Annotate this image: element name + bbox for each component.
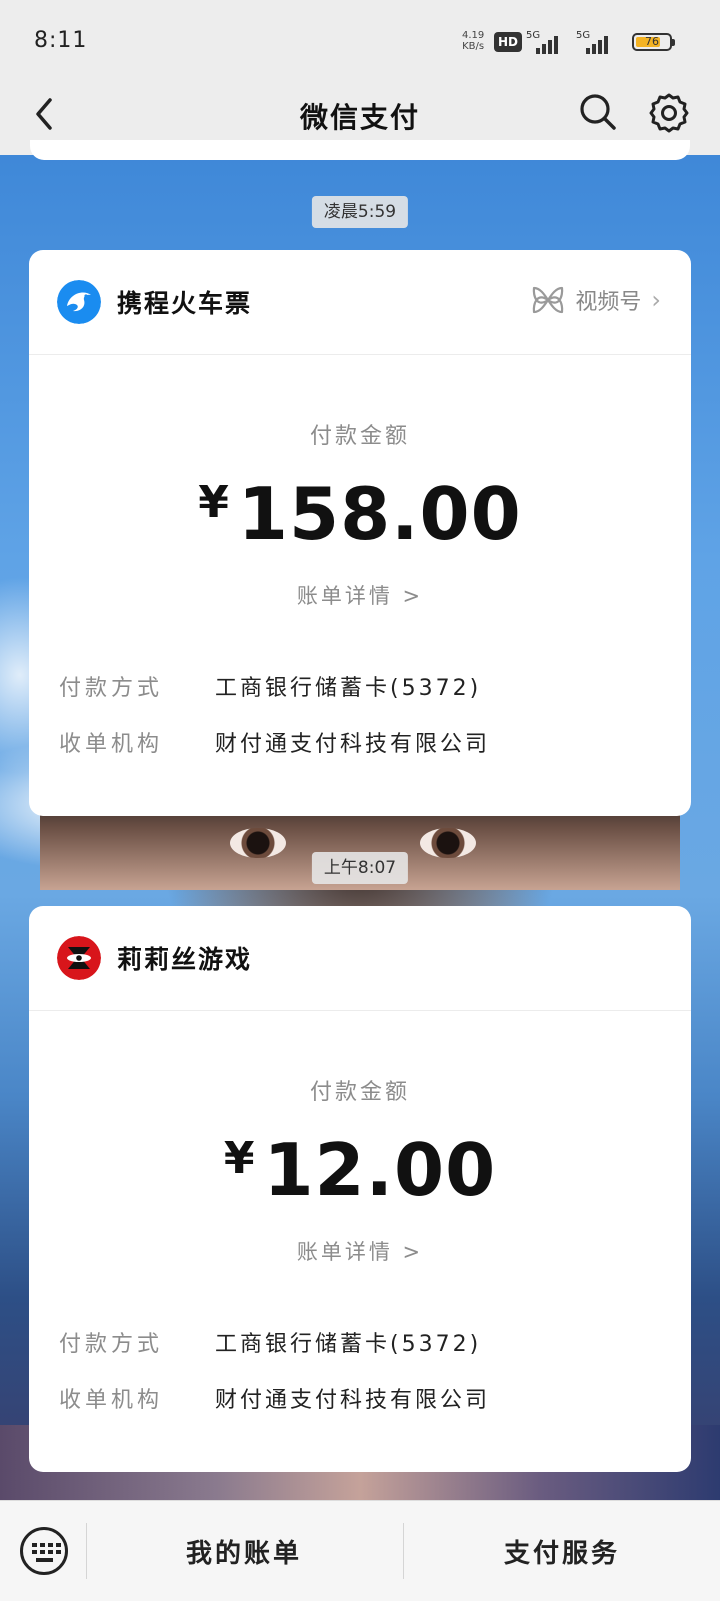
channels-label: 视频号 [575,290,642,315]
acquirer-label: 收单机构 [59,1388,164,1413]
bottom-menu-bar: 我的账单 支付服务 [0,1500,720,1601]
payment-card[interactable]: 携程火车票 视频号 › 付款金额 ¥158.00 账单详情 > 付款方式 工商银… [29,250,691,816]
keyboard-icon[interactable] [20,1527,68,1575]
currency-symbol: ¥ [223,1133,256,1184]
gear-icon[interactable] [648,92,690,134]
payment-amount: ¥158.00 [29,472,691,556]
channels-icon [533,286,564,314]
pay-services-button[interactable]: 支付服务 [404,1533,720,1570]
signal-icon: 5G [526,30,566,54]
payment-method-row: 付款方式 工商银行储蓄卡(5372) [59,670,661,710]
payment-method-value: 工商银行储蓄卡(5372) [215,676,482,701]
payment-method-value: 工商银行储蓄卡(5372) [215,1332,482,1357]
acquirer-label: 收单机构 [59,732,164,757]
payment-method-row: 付款方式 工商银行储蓄卡(5372) [59,1326,661,1366]
lilith-logo-icon [57,936,101,980]
eye-decoration [420,828,476,858]
message-time: 上午8:07 [311,852,409,884]
bill-details-link[interactable]: 账单详情 > [29,580,691,610]
payment-method-label: 付款方式 [59,676,164,701]
amount-label: 付款金额 [309,424,410,449]
bill-details-link[interactable]: 账单详情 > [29,1236,691,1266]
acquirer-value: 财付通支付科技有限公司 [215,1388,491,1413]
status-bar: 8:11 4.19 KB/s HD 5G 5G 76 [0,0,720,80]
channels-link[interactable]: 视频号 › [531,284,661,316]
payment-amount: ¥12.00 [29,1128,691,1212]
card-header[interactable]: 携程火车票 视频号 › [29,250,691,355]
signal-icon: 5G [576,30,616,54]
currency-symbol: ¥ [198,477,230,528]
acquirer-row: 收单机构 财付通支付科技有限公司 [59,1382,661,1422]
merchant-name: 携程火车票 [117,289,253,318]
clock: 8:11 [34,28,88,53]
chevron-right-icon: › [651,286,661,314]
acquirer-value: 财付通支付科技有限公司 [215,732,491,757]
search-icon[interactable] [578,92,618,132]
previous-message-card [30,140,690,160]
eye-decoration [230,828,286,858]
payment-method-label: 付款方式 [59,1332,164,1357]
my-bills-button[interactable]: 我的账单 [86,1533,402,1570]
message-time: 凌晨5:59 [311,196,409,228]
card-header[interactable]: 莉莉丝游戏 [29,906,691,1011]
payment-card[interactable]: 莉莉丝游戏 付款金额 ¥12.00 账单详情 > 付款方式 工商银行储蓄卡(53… [29,906,691,1472]
amount-value: 12.00 [263,1128,497,1212]
acquirer-row: 收单机构 财付通支付科技有限公司 [59,726,661,766]
battery-icon: 76 [632,33,675,51]
hd-badge: HD [494,32,522,52]
network-speed: 4.19 KB/s [462,30,485,52]
amount-label: 付款金额 [309,1080,410,1105]
merchant-name: 莉莉丝游戏 [117,945,253,974]
ctrip-logo-icon [57,280,101,324]
amount-value: 158.00 [237,472,522,556]
